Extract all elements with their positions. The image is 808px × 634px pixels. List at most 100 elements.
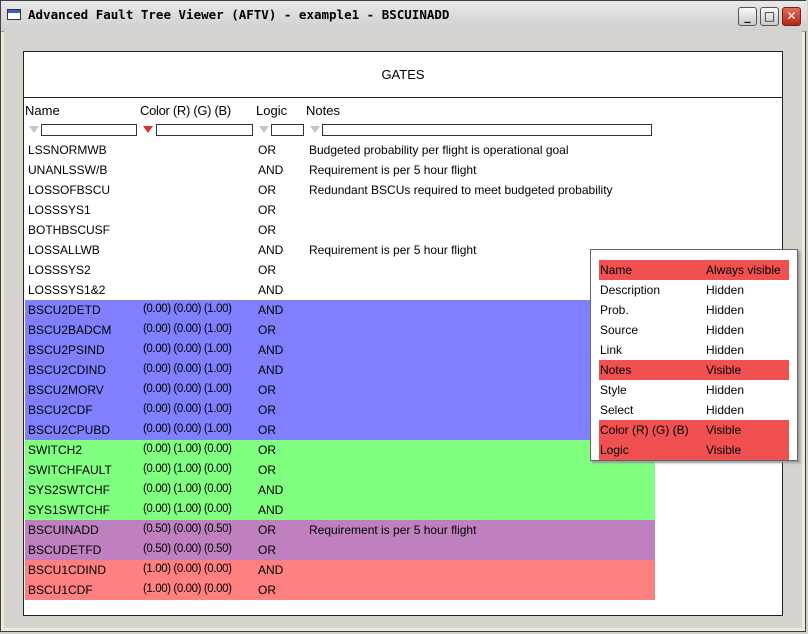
- column-visibility-item[interactable]: Prob. Hidden: [599, 300, 789, 320]
- column-visibility-item[interactable]: Notes Visible: [599, 360, 789, 380]
- name-filter-dropdown-icon[interactable]: [29, 126, 39, 133]
- maximize-button[interactable]: □: [760, 7, 779, 26]
- gate-color-cell: (0.00) (0.00) (1.00): [143, 323, 232, 335]
- gate-color-cell: (0.00) (0.00) (1.00): [143, 343, 232, 355]
- notes-filter-dropdown-icon[interactable]: [310, 126, 320, 133]
- gate-name-cell: LSSNORMWB: [28, 143, 107, 157]
- table-row[interactable]: UNANLSSW/B AND Requirement is per 5 hour f…: [25, 160, 655, 180]
- gate-notes-cell: Requirement is per 5 hour flight: [309, 243, 477, 257]
- table-row[interactable]: LOSSALLWB AND Requirement is per 5 hour fl…: [25, 240, 655, 260]
- gate-logic-cell: OR: [258, 203, 276, 217]
- table-row[interactable]: BSCU1CDIND (1.00) (0.00) (0.00) AND: [25, 560, 655, 580]
- gate-logic-cell: OR: [258, 423, 276, 437]
- column-visibility-item[interactable]: Logic Visible: [599, 440, 789, 460]
- column-visibility-state: Hidden: [706, 383, 745, 397]
- table-row[interactable]: BSCU2DETD (0.00) (0.00) (1.00) AND: [25, 300, 655, 320]
- gate-logic-cell: AND: [258, 343, 284, 357]
- gate-logic-cell: OR: [258, 403, 276, 417]
- gate-notes-cell: Requirement is per 5 hour flight: [309, 163, 477, 177]
- gate-logic-cell: AND: [258, 563, 284, 577]
- gate-name-cell: BSCU2BADCM: [28, 323, 112, 337]
- name-filter-input[interactable]: [41, 124, 137, 136]
- gate-name-cell: BOTHBSCUSF: [28, 223, 111, 237]
- gate-logic-cell: AND: [258, 163, 284, 177]
- gate-name-cell: BSCU1CDF: [28, 583, 93, 597]
- column-visibility-label: Select: [600, 403, 634, 417]
- gate-name-cell: SYS1SWTCHF: [28, 503, 111, 517]
- table-row[interactable]: SWITCH2 (0.00) (1.00) (0.00) OR: [25, 440, 655, 460]
- gate-logic-cell: AND: [258, 483, 284, 497]
- column-visibility-label: Prob.: [600, 303, 629, 317]
- table-row[interactable]: LOSSOFBSCU OR Redundant BSCUs required to …: [25, 180, 655, 200]
- table-row[interactable]: LOSSSYS1&2 AND: [25, 280, 655, 300]
- gate-color-cell: (0.00) (1.00) (0.00): [143, 483, 232, 495]
- table-row[interactable]: SWITCHFAULT (0.00) (1.00) (0.00) OR: [25, 460, 655, 480]
- gate-color-cell: (0.00) (0.00) (1.00): [143, 403, 232, 415]
- gate-name-cell: UNANLSSW/B: [28, 163, 108, 177]
- color-filter-dropdown-icon[interactable]: [143, 126, 153, 133]
- table-row[interactable]: BSCU2MORV (0.00) (0.00) (1.00) OR: [25, 380, 655, 400]
- gate-name-cell: BSCU2CDIND: [28, 363, 107, 377]
- column-visibility-state: Visible: [706, 423, 742, 437]
- gate-color-cell: (0.00) (0.00) (1.00): [143, 383, 232, 395]
- logic-filter-input[interactable]: [271, 124, 304, 136]
- column-header-logic[interactable]: Logic: [256, 103, 287, 118]
- column-visibility-state: Visible: [706, 363, 742, 377]
- close-button[interactable]: ✕: [782, 7, 801, 26]
- table-row[interactable]: BSCU1CDF (1.00) (0.00) (0.00) OR: [25, 580, 655, 600]
- gate-name-cell: LOSSOFBSCU: [28, 183, 111, 197]
- table-row[interactable]: BSCUINADD (0.50) (0.00) (0.50) OR Requireme…: [25, 520, 655, 540]
- table-row[interactable]: LSSNORMWB OR Budgeted probability per flig…: [25, 140, 655, 160]
- gate-logic-cell: OR: [258, 143, 276, 157]
- gate-name-cell: LOSSALLWB: [28, 243, 100, 257]
- table-row[interactable]: BSCU2CDIND (0.00) (0.00) (1.00) AND: [25, 360, 655, 380]
- column-visibility-state: Hidden: [706, 343, 745, 357]
- column-visibility-state: Hidden: [706, 403, 745, 417]
- gate-name-cell: SYS2SWTCHF: [28, 483, 111, 497]
- column-visibility-item[interactable]: Color (R) (G) (B) Visible: [599, 420, 789, 440]
- gate-logic-cell: OR: [258, 543, 276, 557]
- gate-logic-cell: OR: [258, 323, 276, 337]
- gate-logic-cell: AND: [258, 303, 284, 317]
- column-visibility-state: Hidden: [706, 303, 745, 317]
- column-visibility-item[interactable]: Name Always visible: [599, 260, 789, 280]
- gate-name-cell: BSCUDETFD: [28, 543, 102, 557]
- color-filter-input[interactable]: [156, 124, 253, 136]
- table-row[interactable]: BOTHBSCUSF OR: [25, 220, 655, 240]
- gate-color-cell: (0.00) (1.00) (0.00): [143, 503, 232, 515]
- table-row[interactable]: SYS2SWTCHF (0.00) (1.00) (0.00) AND: [25, 480, 655, 500]
- column-visibility-item[interactable]: Source Hidden: [599, 320, 789, 340]
- gate-logic-cell: OR: [258, 263, 276, 277]
- column-visibility-state: Always visible: [706, 263, 781, 277]
- minimize-button[interactable]: _: [738, 7, 757, 26]
- table-row[interactable]: BSCU2BADCM (0.00) (0.00) (1.00) OR: [25, 320, 655, 340]
- gate-logic-cell: AND: [258, 503, 284, 517]
- column-header-notes[interactable]: Notes: [306, 103, 340, 118]
- column-visibility-label: Name: [600, 263, 633, 277]
- column-visibility-item[interactable]: Select Hidden: [599, 400, 789, 420]
- table-row[interactable]: BSCUDETFD (0.50) (0.00) (0.50) OR: [25, 540, 655, 560]
- gate-logic-cell: OR: [258, 463, 276, 477]
- column-visibility-item[interactable]: Description Hidden: [599, 280, 789, 300]
- logic-filter-dropdown-icon[interactable]: [259, 126, 269, 133]
- column-header-name[interactable]: Name: [25, 103, 60, 118]
- column-visibility-item[interactable]: Link Hidden: [599, 340, 789, 360]
- notes-filter-input[interactable]: [322, 124, 652, 136]
- table-row[interactable]: LOSSSYS2 OR: [25, 260, 655, 280]
- table-row[interactable]: LOSSSYS1 OR: [25, 200, 655, 220]
- gate-color-cell: (0.00) (1.00) (0.00): [143, 463, 232, 475]
- column-visibility-label: Link: [600, 343, 623, 357]
- table-row[interactable]: BSCU2CDF (0.00) (0.00) (1.00) OR: [25, 400, 655, 420]
- table-row[interactable]: BSCU2CPUBD (0.00) (0.00) (1.00) OR: [25, 420, 655, 440]
- column-header-color[interactable]: Color (R) (G) (B): [140, 103, 231, 118]
- column-visibility-item[interactable]: Style Hidden: [599, 380, 789, 400]
- table-row[interactable]: BSCU2PSIND (0.00) (0.00) (1.00) AND: [25, 340, 655, 360]
- gate-name-cell: BSCU1CDIND: [28, 563, 107, 577]
- gate-name-cell: BSCUINADD: [28, 523, 99, 537]
- gate-logic-cell: OR: [258, 383, 276, 397]
- title-bar[interactable]: Advanced Fault Tree Viewer (AFTV) - exam…: [1, 1, 807, 32]
- column-visibility-state: Visible: [706, 443, 742, 457]
- column-visibility-label: Notes: [600, 363, 632, 377]
- table-row[interactable]: SYS1SWTCHF (0.00) (1.00) (0.00) AND: [25, 500, 655, 520]
- column-visibility-state: Hidden: [706, 283, 745, 297]
